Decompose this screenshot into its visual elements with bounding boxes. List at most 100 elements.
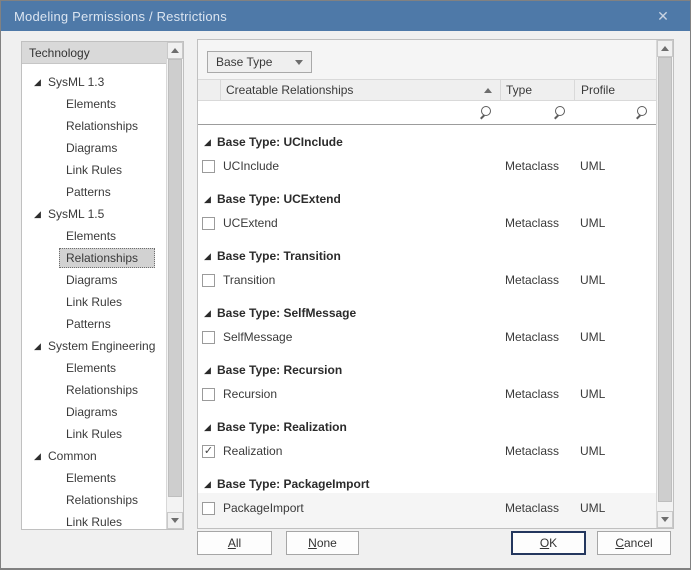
row-checkbox[interactable]	[202, 331, 215, 344]
group-ucextend: ◢ Base Type: UCExtend UCExtend Metaclass…	[198, 188, 656, 236]
group-transition: ◢ Base Type: Transition Transition Metac…	[198, 245, 656, 293]
group-header[interactable]: ◢ Base Type: Recursion	[198, 359, 656, 381]
tree-group-sysml15[interactable]: ◢ SysML 1.5	[22, 203, 166, 225]
technology-tree-panel: Technology ◢ SysML 1.3 Elements Relation…	[21, 41, 184, 530]
row-checkbox[interactable]	[202, 445, 215, 458]
group-realization: ◢ Base Type: Realization Realization Met…	[198, 416, 656, 464]
scroll-up-icon[interactable]	[167, 42, 183, 59]
tree-item-elements[interactable]: Elements	[22, 357, 166, 379]
tree-item-diagrams[interactable]: Diagrams	[22, 269, 166, 291]
table-row[interactable]: PackageImport Metaclass UML	[198, 495, 656, 521]
scroll-up-icon[interactable]	[657, 40, 673, 57]
tree-expand-icon[interactable]: ◢	[34, 209, 48, 220]
tree-item-relationships[interactable]: Relationships	[22, 489, 166, 511]
tree-item-relationships-selected[interactable]: Relationships	[22, 247, 166, 269]
group-header[interactable]: ◢ Base Type: PackageImport	[198, 473, 656, 495]
relationships-panel: Base Type Creatable Relationships Type P…	[197, 39, 674, 529]
none-button[interactable]: None	[286, 531, 359, 555]
tree-item-diagrams[interactable]: Diagrams	[22, 401, 166, 423]
tree-item-link-rules[interactable]: Link Rules	[22, 291, 166, 313]
tree-group-label: Common	[48, 449, 97, 463]
tree-group-label: System Engineering	[48, 339, 155, 353]
tree-expand-icon[interactable]: ◢	[34, 341, 48, 352]
column-header-creatable-relationships[interactable]: Creatable Relationships	[221, 80, 500, 100]
tree-item-relationships[interactable]: Relationships	[22, 115, 166, 137]
group-expand-icon[interactable]: ◢	[204, 137, 217, 148]
table-row[interactable]: Recursion Metaclass UML	[198, 381, 656, 407]
tree-item-elements[interactable]: Elements	[22, 225, 166, 247]
tree-group-label: SysML 1.5	[48, 207, 104, 221]
scroll-down-icon[interactable]	[167, 512, 183, 529]
tree-item-relationships[interactable]: Relationships	[22, 379, 166, 401]
group-expand-icon[interactable]: ◢	[204, 308, 217, 319]
grid-scrollbar-thumb[interactable]	[658, 57, 672, 502]
group-header[interactable]: ◢ Base Type: SelfMessage	[198, 302, 656, 324]
row-checkbox[interactable]	[202, 388, 215, 401]
row-checkbox[interactable]	[202, 217, 215, 230]
group-expand-icon[interactable]: ◢	[204, 365, 217, 376]
grid-scrollbar[interactable]	[656, 40, 673, 528]
relationships-grid: ◢ Base Type: UCInclude UCInclude Metacla…	[198, 125, 656, 493]
row-checkbox[interactable]	[202, 160, 215, 173]
group-header[interactable]: ◢ Base Type: Transition	[198, 245, 656, 267]
modeling-permissions-dialog: Modeling Permissions / Restrictions ✕ Te…	[0, 0, 691, 570]
titlebar[interactable]: Modeling Permissions / Restrictions ✕	[1, 1, 690, 31]
group-expand-icon[interactable]: ◢	[204, 422, 217, 433]
row-checkbox[interactable]	[202, 274, 215, 287]
tree-scrollbar[interactable]	[166, 42, 183, 529]
cancel-button[interactable]: Cancel	[597, 531, 671, 555]
row-checkbox[interactable]	[202, 502, 215, 515]
base-type-dropdown[interactable]: Base Type	[207, 51, 312, 73]
table-row[interactable]: UCInclude Metaclass UML	[198, 153, 656, 179]
table-row[interactable]: UCExtend Metaclass UML	[198, 210, 656, 236]
tree-expand-icon[interactable]: ◢	[34, 451, 48, 462]
tree-group-common[interactable]: ◢ Common	[22, 445, 166, 467]
search-icon	[635, 106, 648, 120]
table-row[interactable]: SelfMessage Metaclass UML	[198, 324, 656, 350]
grid-column-headers: Creatable Relationships Type Profile	[198, 79, 656, 101]
search-icon	[479, 106, 492, 120]
sort-ascending-icon	[484, 88, 492, 93]
column-header-profile[interactable]: Profile	[574, 80, 656, 100]
dialog-title: Modeling Permissions / Restrictions	[14, 9, 227, 24]
chevron-down-icon	[295, 60, 303, 65]
group-expand-icon[interactable]: ◢	[204, 251, 217, 262]
group-header[interactable]: ◢ Base Type: UCInclude	[198, 131, 656, 153]
tree-item-link-rules[interactable]: Link Rules	[22, 511, 166, 533]
table-row[interactable]: Realization Metaclass UML	[198, 438, 656, 464]
tree-item-link-rules[interactable]: Link Rules	[22, 159, 166, 181]
tree-item-diagrams[interactable]: Diagrams	[22, 137, 166, 159]
scroll-down-icon[interactable]	[657, 511, 673, 528]
base-type-dropdown-label: Base Type	[216, 55, 295, 69]
tree-item-link-rules[interactable]: Link Rules	[22, 423, 166, 445]
group-recursion: ◢ Base Type: Recursion Recursion Metacla…	[198, 359, 656, 407]
checkbox-column-header	[198, 80, 221, 100]
tree-group-system-engineering[interactable]: ◢ System Engineering	[22, 335, 166, 357]
tree-scrollbar-thumb[interactable]	[168, 59, 182, 497]
group-header[interactable]: ◢ Base Type: UCExtend	[198, 188, 656, 210]
close-icon[interactable]: ✕	[646, 1, 680, 31]
tree-item-patterns[interactable]: Patterns	[22, 181, 166, 203]
group-ucinclude: ◢ Base Type: UCInclude UCInclude Metacla…	[198, 131, 656, 179]
tree-item-elements[interactable]: Elements	[22, 467, 166, 489]
column-header-type[interactable]: Type	[500, 80, 574, 100]
group-selfmessage: ◢ Base Type: SelfMessage SelfMessage Met…	[198, 302, 656, 350]
technology-tree: ◢ SysML 1.3 Elements Relationships Diagr…	[22, 64, 166, 533]
tree-group-sysml13[interactable]: ◢ SysML 1.3	[22, 71, 166, 93]
filter-profile[interactable]	[574, 101, 656, 124]
table-row[interactable]: Transition Metaclass UML	[198, 267, 656, 293]
tree-item-elements[interactable]: Elements	[22, 93, 166, 115]
search-icon	[553, 106, 566, 120]
tree-expand-icon[interactable]: ◢	[34, 77, 48, 88]
all-button[interactable]: All	[197, 531, 272, 555]
ok-button[interactable]: OK	[511, 531, 586, 555]
filter-creatable-relationships[interactable]	[198, 101, 500, 124]
tree-group-label: SysML 1.3	[48, 75, 104, 89]
group-expand-icon[interactable]: ◢	[204, 479, 217, 490]
group-packageimport: ◢ Base Type: PackageImport PackageImport…	[198, 473, 656, 521]
group-header[interactable]: ◢ Base Type: Realization	[198, 416, 656, 438]
group-expand-icon[interactable]: ◢	[204, 194, 217, 205]
tree-item-patterns[interactable]: Patterns	[22, 313, 166, 335]
tree-column-header[interactable]: Technology	[22, 42, 166, 64]
filter-type[interactable]	[500, 101, 574, 124]
